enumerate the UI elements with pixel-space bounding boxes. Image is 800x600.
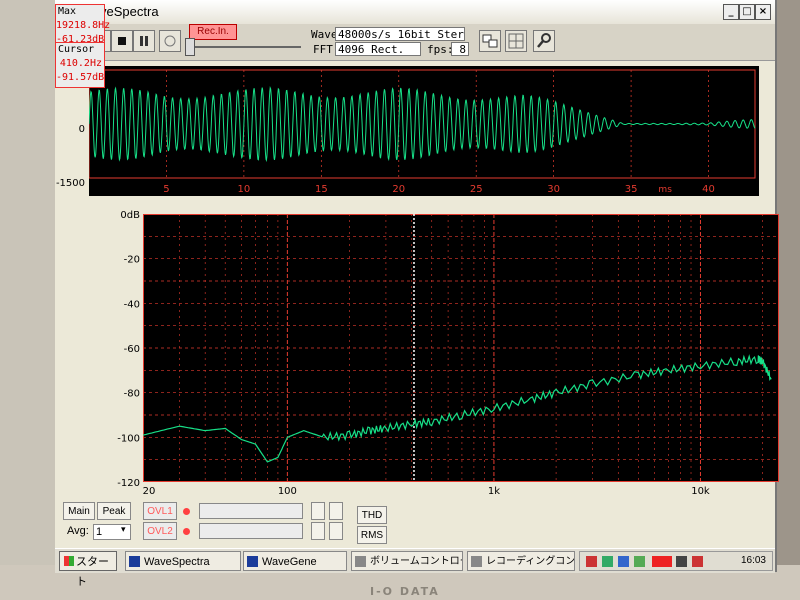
start-button[interactable]: スタート <box>59 551 117 588</box>
ovl2-level-field <box>199 523 303 539</box>
spectrum-y-tick-label: -80 <box>124 389 140 400</box>
avg-label: Avg: <box>67 525 89 537</box>
grid-icon <box>508 33 524 49</box>
close-x-icon[interactable] <box>692 556 703 567</box>
record-icon <box>164 35 176 47</box>
wave-y-tick-label: -1500 <box>56 178 85 189</box>
ovl1-indicator <box>183 508 190 515</box>
stop-button[interactable] <box>111 30 133 52</box>
task-label: WaveGene <box>262 556 317 568</box>
stop-icon <box>118 37 126 45</box>
ovl1-button-b[interactable] <box>329 502 343 520</box>
record-button[interactable] <box>159 30 181 52</box>
windows-icon <box>482 34 498 48</box>
main-button[interactable]: Main <box>63 502 95 520</box>
recording-icon <box>471 556 482 567</box>
spectrum-y-tick-label: -40 <box>124 299 140 310</box>
waveform-trace <box>88 86 756 163</box>
wave-x-tick-label: 20 <box>392 184 405 195</box>
wave-x-tick-label: 15 <box>315 184 328 195</box>
pen-icon[interactable] <box>586 556 597 567</box>
taskbar-item-volume-control[interactable]: ボリュームコントロール <box>351 551 463 571</box>
cursor-level: -91.57dB <box>56 72 105 83</box>
wave-x-tick-label: 5 <box>163 184 169 195</box>
waveform-plot[interactable]: 5 10 15 20 25 30 35 40 ms <box>88 66 759 196</box>
ovl2-button-b[interactable] <box>329 522 343 540</box>
toolbar: Rec.In. Wave: 48000s/s 16bit Stereo FFT:… <box>55 24 775 61</box>
system-tray: 16:03 <box>579 551 773 571</box>
task-label: レコーディングコントロール <box>486 556 575 567</box>
monitor-brand-logo: I-O DATA <box>370 585 440 598</box>
taskbar-item-recording-control[interactable]: レコーディングコントロール <box>467 551 575 571</box>
close-button[interactable]: × <box>755 4 771 20</box>
speaker-icon[interactable] <box>634 556 645 567</box>
spectrum-y-tick-label: -100 <box>117 433 140 444</box>
fft-setting-field[interactable]: 4096 Rect. <box>335 42 421 56</box>
ovl2-button[interactable]: OVL2 <box>143 522 177 540</box>
cursor-title: Cursor <box>58 44 95 55</box>
spectrum-axes: 0dB-20-40-60-80-100-120 20 100 1k 10k <box>117 210 710 497</box>
ovl2-indicator <box>183 528 190 535</box>
max-title: Max <box>58 6 77 17</box>
settings-button[interactable] <box>533 30 555 52</box>
wave-x-tick-label: 25 <box>470 184 483 195</box>
ovl1-button-a[interactable] <box>311 502 325 520</box>
peak-button[interactable]: Peak <box>97 502 131 520</box>
title-bar[interactable]: WaveSpectra _ □ × <box>55 0 775 25</box>
minimize-button[interactable]: _ <box>723 4 739 20</box>
maximize-button[interactable]: □ <box>739 4 755 20</box>
wave-y-tick-label: 0 <box>79 124 85 135</box>
screen: WaveSpectra _ □ × Rec.In. Wave: 48000s/s… <box>55 0 779 588</box>
wave-x-tick-label: 10 <box>238 184 251 195</box>
taskbar-item-wavegene[interactable]: WaveGene <box>243 551 347 571</box>
window-layout-button[interactable] <box>479 30 501 52</box>
pause-icon <box>140 36 148 46</box>
task-label: ボリュームコントロール <box>370 556 462 567</box>
ovl1-button[interactable]: OVL1 <box>143 502 177 520</box>
thd-button[interactable]: THD <box>357 506 387 524</box>
taskbar: スタート WaveSpectra WaveGene ボリュームコントロール レコ… <box>55 548 775 588</box>
taskbar-item-wavespectra[interactable]: WaveSpectra <box>125 551 241 571</box>
badge-icon[interactable] <box>652 556 672 567</box>
rec-in-label: Rec.In. <box>189 24 237 40</box>
tool-icon[interactable] <box>676 556 687 567</box>
rms-button[interactable]: RMS <box>357 526 387 544</box>
wave-gene-link-button[interactable] <box>505 30 527 52</box>
pause-button[interactable] <box>133 30 155 52</box>
fps-label: fps: <box>427 43 454 56</box>
clock: 16:03 <box>740 555 766 566</box>
spectrum-y-tick-label: -60 <box>124 344 140 355</box>
spectrum-y-tick-label: -20 <box>124 255 140 266</box>
recording-level-slider[interactable] <box>193 46 301 48</box>
wave-x-tick-label: 30 <box>547 184 560 195</box>
chevron-down-icon[interactable]: ▾ <box>121 524 126 535</box>
network-icon[interactable] <box>618 556 629 567</box>
globe-icon[interactable] <box>602 556 613 567</box>
ovl1-level-field <box>199 503 303 519</box>
max-frequency: 19218.8Hz <box>56 20 111 31</box>
waveform-chart: 5 10 15 20 25 30 35 40 ms <box>88 69 756 195</box>
control-bar: Main Peak OVL1 THD Avg: 1 ▾ OVL2 RMS <box>55 496 775 546</box>
cursor-frequency: 410.2Hz <box>59 58 102 69</box>
task-label: WaveSpectra <box>144 556 210 568</box>
fps-value: 8 <box>451 42 469 56</box>
cursor-readout: Cursor 410.2Hz -91.57dB <box>55 42 105 88</box>
slider-thumb[interactable] <box>185 38 195 56</box>
wrench-icon <box>537 33 551 48</box>
ovl2-button-a[interactable] <box>311 522 325 540</box>
wave-x-tick-label: 40 <box>702 184 715 195</box>
wave-x-unit-label: ms <box>658 185 672 195</box>
spectrum-y-tick-label: 0dB <box>120 210 140 221</box>
wavegene-icon <box>247 556 258 567</box>
wave-format-field[interactable]: 48000s/s 16bit Stereo <box>335 27 465 41</box>
wave-x-tick-label: 35 <box>625 184 638 195</box>
volume-icon <box>355 556 366 567</box>
spectrum-y-tick-label: -120 <box>117 478 140 489</box>
wavespectra-icon <box>129 556 140 567</box>
